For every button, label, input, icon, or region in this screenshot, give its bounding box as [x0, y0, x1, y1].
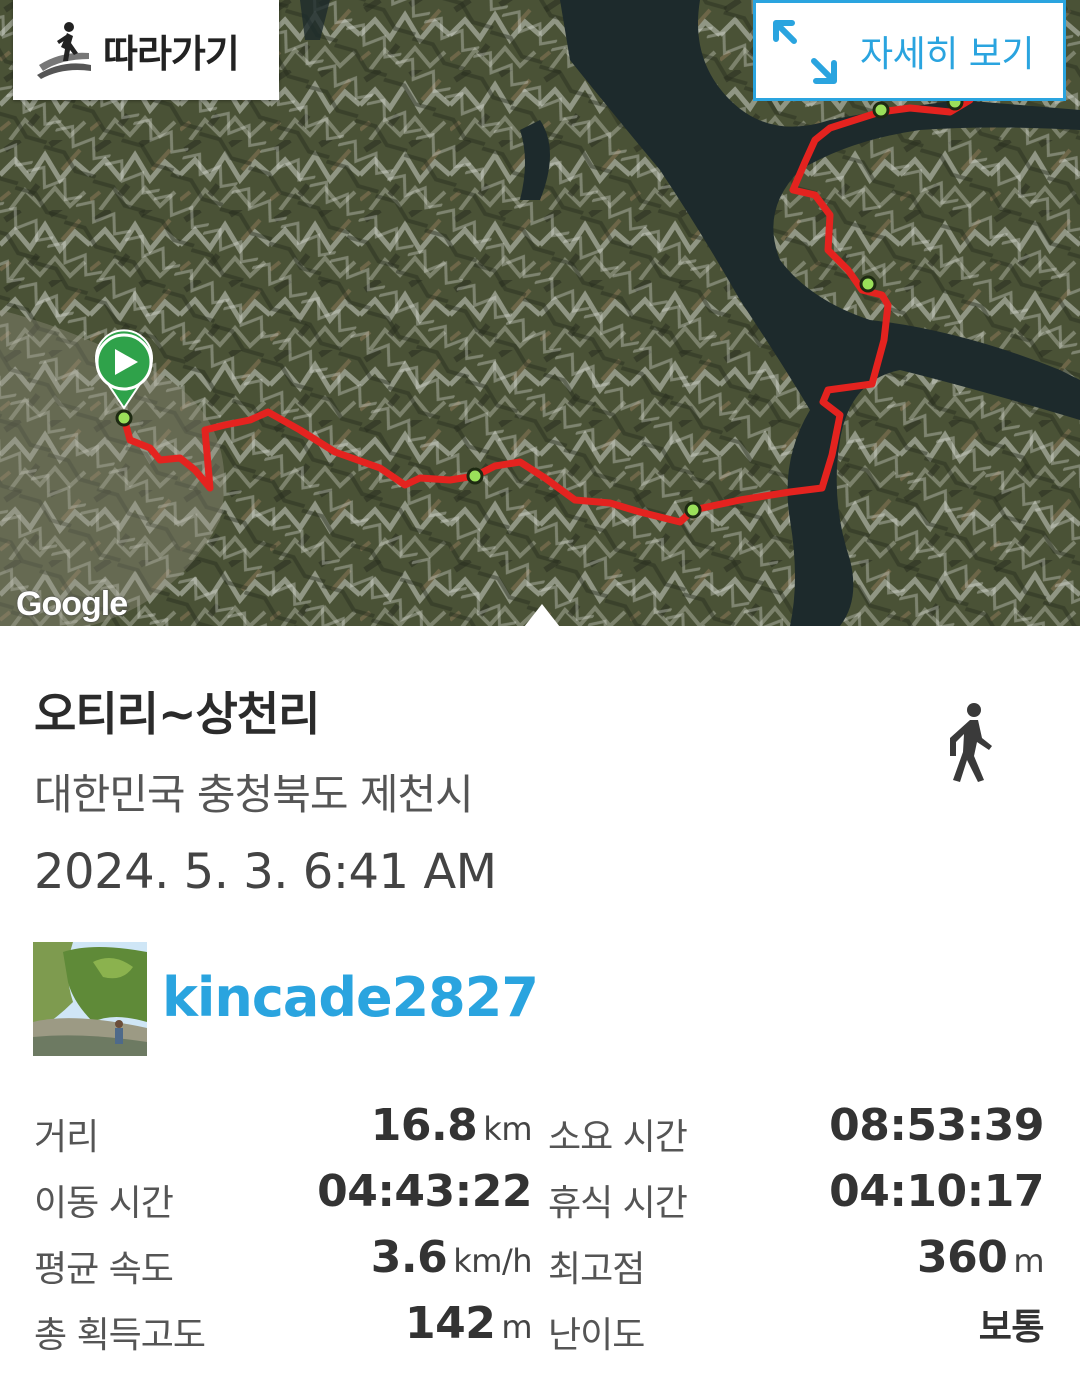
- moving-time-value: 04:43:22: [317, 1166, 532, 1217]
- elevation-gain-label: 총 획득고도: [34, 1315, 206, 1356]
- avatar[interactable]: [33, 942, 147, 1056]
- stats-row: 이동 시간 04:43:22 휴식 시간 04:10:17: [0, 1162, 1080, 1228]
- map-callout-pointer: [524, 604, 560, 626]
- trip-location: 대한민국 충청북도 제천시: [34, 770, 474, 819]
- difficulty-value: 보통: [978, 1307, 1045, 1348]
- stats-row: 거리 16.8 km 소요 시간 08:53:39: [0, 1096, 1080, 1162]
- moving-time-label: 이동 시간: [34, 1183, 174, 1224]
- rest-time-value: 04:10:17: [829, 1166, 1044, 1217]
- google-logo: Google: [16, 585, 128, 623]
- expand-arrows-icon: [773, 19, 837, 84]
- max-elevation-value: 360 m: [916, 1232, 1045, 1283]
- stats-row: 총 획득고도 142 m 난이도 보통: [0, 1294, 1080, 1360]
- avg-speed-value: 3.6 km/h: [370, 1232, 533, 1283]
- view-details-button[interactable]: 자세히 보기: [753, 0, 1066, 101]
- difficulty-label: 난이도: [548, 1315, 645, 1356]
- follow-button-label: 따라가기: [103, 31, 240, 76]
- stats-row: 평균 속도 3.6 km/h 최고점 360 m: [0, 1228, 1080, 1294]
- max-elevation-label: 최고점: [548, 1249, 645, 1290]
- stats-table: 거리 16.8 km 소요 시간 08:53:39 이동 시간 04:43:22 …: [0, 1096, 1080, 1360]
- walking-person-icon: [950, 703, 992, 782]
- trip-info-panel: 오티리~상천리 대한민국 충청북도 제천시 2024. 5. 3. 6:41 A…: [0, 626, 1080, 1380]
- avg-speed-label: 평균 속도: [34, 1249, 174, 1290]
- distance-value: 16.8 km: [370, 1100, 533, 1151]
- rest-time-label: 휴식 시간: [548, 1183, 688, 1224]
- distance-label: 거리: [34, 1117, 99, 1158]
- username-link[interactable]: kincade2827: [162, 966, 539, 1029]
- total-time-label: 소요 시간: [548, 1117, 688, 1158]
- follow-button[interactable]: 따라가기: [13, 0, 279, 100]
- view-details-label: 자세히 보기: [860, 33, 1035, 75]
- elevation-gain-value: 142 m: [404, 1298, 533, 1349]
- route-map[interactable]: 따라가기 자세히 보기 Google: [0, 0, 1080, 626]
- trip-datetime: 2024. 5. 3. 6:41 AM: [34, 844, 497, 900]
- trip-title: 오티리~상천리: [34, 687, 320, 741]
- total-time-value: 08:53:39: [829, 1100, 1044, 1151]
- hiker-path-icon: [37, 22, 91, 79]
